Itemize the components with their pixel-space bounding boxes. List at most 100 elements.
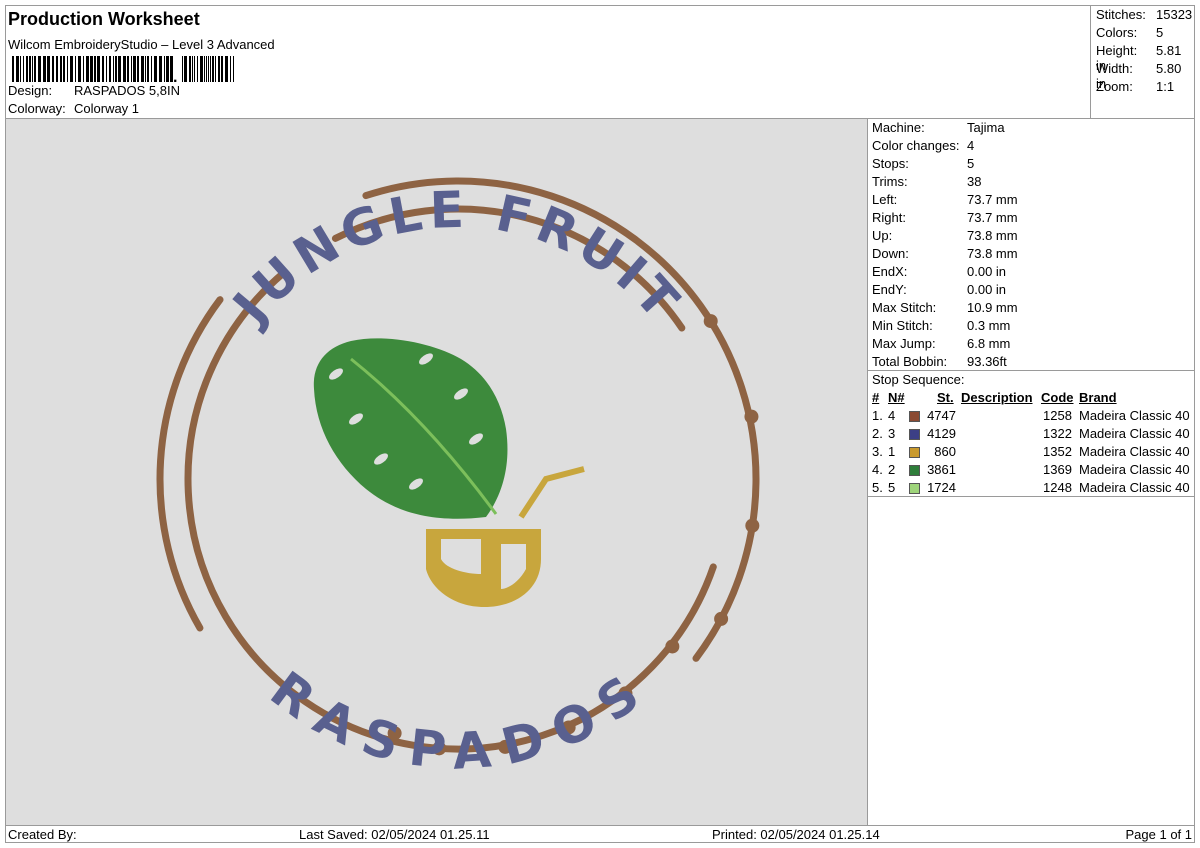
design-label: Design:	[8, 83, 53, 98]
barcode-bar	[63, 56, 65, 82]
barcode-bar	[218, 56, 220, 82]
barcode-bar	[115, 56, 117, 82]
property-row: Left: 73.7 mm	[872, 192, 1018, 207]
barcode-bar	[204, 56, 205, 82]
property-value: 73.8 mm	[967, 228, 1018, 243]
property-row: Right: 73.7 mm	[872, 210, 1018, 225]
property-label: Up:	[872, 228, 893, 243]
summary-label: Height:	[1096, 43, 1138, 58]
stop-row: 2. 3 1322 Madeira Classic 40 4129	[868, 426, 1194, 444]
property-label: Machine:	[872, 120, 925, 135]
stop-code: 1352	[1043, 444, 1072, 459]
property-row: Color changes: 4	[872, 138, 974, 153]
property-value: 4	[967, 138, 975, 153]
page-title: Production Worksheet	[8, 9, 200, 29]
design-line: Design: RASPADOS 5,8IN	[8, 83, 180, 98]
barcode-bar	[154, 56, 157, 82]
summary-panel: Stitches: 15323 Colors: 5 Height: 5.81 in W…	[1090, 6, 1195, 118]
barcode-bar	[127, 56, 129, 82]
barcode-bar	[166, 56, 169, 82]
property-value: 0.00 in	[967, 264, 1007, 279]
table-divider	[868, 496, 1194, 497]
top-arc-text: JUNGLE FRUIT	[220, 181, 693, 337]
summary-label: Zoom:	[1096, 79, 1133, 94]
barcode-bar	[159, 56, 162, 82]
barcode-bar	[123, 56, 126, 82]
barcode-bar	[182, 56, 183, 82]
color-swatch	[909, 483, 920, 494]
stop-row: 4. 2 1369 Madeira Classic 40 3861	[868, 462, 1194, 480]
property-value: 0.3 mm	[967, 318, 1011, 333]
barcode-bar	[26, 56, 28, 82]
printed-date: Printed: 02/05/2024 01.25.14	[712, 827, 880, 842]
stop-needle: 3	[888, 426, 896, 441]
barcode-bar	[118, 56, 121, 82]
property-row: Stops: 5	[872, 156, 974, 171]
barcode-bar	[60, 56, 62, 82]
bottom-arc-text: RASPADOS	[260, 660, 656, 781]
properties-panel: Machine: Tajima Color changes: 4 Stops: 5 Trim…	[868, 119, 1194, 825]
property-row: Max Jump: 6.8 mm	[872, 336, 1010, 351]
col-num: #	[872, 390, 880, 405]
summary-label: Width:	[1096, 61, 1133, 76]
barcode-bar	[47, 56, 50, 82]
barcode-bar	[83, 56, 84, 82]
property-label: EndY:	[872, 282, 907, 297]
property-label: Max Stitch:	[872, 300, 937, 315]
worksheet-header: Production Worksheet Wilcom EmbroiderySt…	[6, 6, 1090, 118]
barcode-bar	[208, 56, 209, 82]
barcode-bar	[12, 56, 14, 82]
design-preview: JUNGLE FRUIT RASPADOS	[6, 119, 868, 825]
barcode-bar	[90, 56, 93, 82]
property-row: Up: 73.8 mm	[872, 228, 1018, 243]
barcode-bar	[141, 56, 144, 82]
barcode-bar	[212, 56, 214, 82]
panel-divider	[868, 370, 1194, 371]
property-label: Down:	[872, 246, 909, 261]
barcode-bar	[225, 56, 228, 82]
summary-row: Zoom: 1:1	[1096, 79, 1174, 94]
barcode-bar	[189, 56, 191, 82]
decorative-dot	[714, 611, 729, 626]
barcode-bar	[221, 56, 223, 82]
barcode-bar	[20, 56, 21, 82]
col-description: Description	[961, 390, 1033, 405]
last-saved: Last Saved: 02/05/2024 01.25.11	[299, 827, 490, 842]
stop-row: 1. 4 1258 Madeira Classic 40 4747	[868, 408, 1194, 426]
summary-value: 15323	[1156, 7, 1193, 22]
property-label: Stops:	[872, 156, 909, 171]
col-st: St.	[937, 390, 954, 405]
worksheet-footer: Created By: Last Saved: 02/05/2024 01.25…	[6, 825, 1194, 843]
property-label: Min Stitch:	[872, 318, 933, 333]
property-label: EndX:	[872, 264, 908, 279]
barcode-bar	[145, 56, 146, 82]
property-label: Total Bobbin:	[872, 354, 948, 369]
stop-needle: 1	[888, 444, 896, 459]
barcode-bar	[164, 56, 165, 82]
property-label: Right:	[872, 210, 906, 225]
property-row: Min Stitch: 0.3 mm	[872, 318, 1010, 333]
decorative-dot	[703, 314, 718, 329]
property-value: 73.8 mm	[967, 246, 1018, 261]
property-value: 73.7 mm	[967, 210, 1018, 225]
stop-num: 1.	[872, 408, 883, 423]
barcode-bar	[86, 56, 89, 82]
property-value: 73.7 mm	[967, 192, 1018, 207]
col-n: N#	[888, 390, 905, 405]
barcode: ,	[12, 56, 234, 82]
colorway-label: Colorway:	[8, 101, 66, 116]
col-brand: Brand	[1079, 390, 1117, 405]
summary-value: 1:1	[1156, 79, 1175, 94]
barcode-bar	[106, 56, 107, 82]
design-value: RASPADOS 5,8IN	[74, 83, 180, 98]
property-value: 38	[967, 174, 982, 189]
barcode-bar	[43, 56, 46, 82]
barcode-bar	[32, 56, 33, 82]
property-value: 93.36ft	[967, 354, 1007, 369]
col-code: Code	[1041, 390, 1074, 405]
property-value: 6.8 mm	[967, 336, 1011, 351]
page-number: Page 1 of 1	[1125, 827, 1193, 842]
top-arc-textpath: JUNGLE FRUIT	[220, 181, 687, 337]
property-row: Machine: Tajima	[872, 120, 1005, 135]
colorway-line: Colorway: Colorway 1	[8, 101, 139, 116]
